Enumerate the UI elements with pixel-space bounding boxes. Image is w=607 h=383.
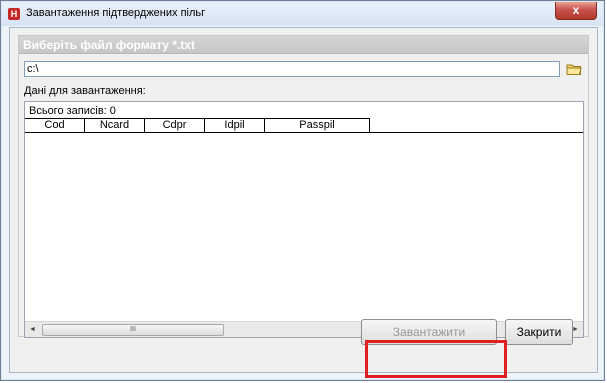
column-header-cod[interactable]: Cod — [25, 118, 85, 132]
browse-folder-button[interactable] — [565, 60, 583, 78]
scroll-left-icon[interactable]: ◄ — [25, 322, 40, 337]
records-count: Всього записів: 0 — [29, 105, 116, 117]
close-icon: x — [572, 3, 580, 17]
dialog-window: H Завантаження підтверджених пільг x Виб… — [0, 0, 605, 381]
grid-header: Cod Ncard Cdpr Idpil Passpil — [25, 118, 583, 133]
window-close-button[interactable]: x — [555, 2, 597, 20]
file-path-input[interactable] — [24, 61, 560, 77]
scroll-thumb[interactable]: III — [42, 324, 224, 336]
column-header-ncard[interactable]: Ncard — [85, 118, 145, 132]
folder-icon — [566, 64, 582, 75]
column-header-cdpr[interactable]: Cdpr — [145, 118, 205, 132]
group-header-label: Виберіть файл формату *.txt — [23, 38, 195, 52]
group-header: Виберіть файл формату *.txt — [19, 36, 588, 54]
horizontal-scrollbar[interactable]: ◄ III ► — [25, 321, 583, 337]
column-header-passpil[interactable]: Passpil — [265, 118, 370, 132]
records-grid[interactable]: Всього записів: 0 Cod Ncard Cdpr Idpil P… — [24, 101, 584, 338]
window-title: Завантаження підтверджених пільг — [26, 7, 206, 19]
title-bar[interactable]: H Завантаження підтверджених пільг x — [2, 2, 603, 26]
app-icon: H — [8, 8, 20, 20]
column-header-idpil[interactable]: Idpil — [205, 118, 265, 132]
load-button-highlight — [365, 340, 507, 378]
data-to-load-label: Дані для завантаження: — [24, 85, 146, 97]
close-button[interactable]: Закрити — [505, 319, 573, 345]
